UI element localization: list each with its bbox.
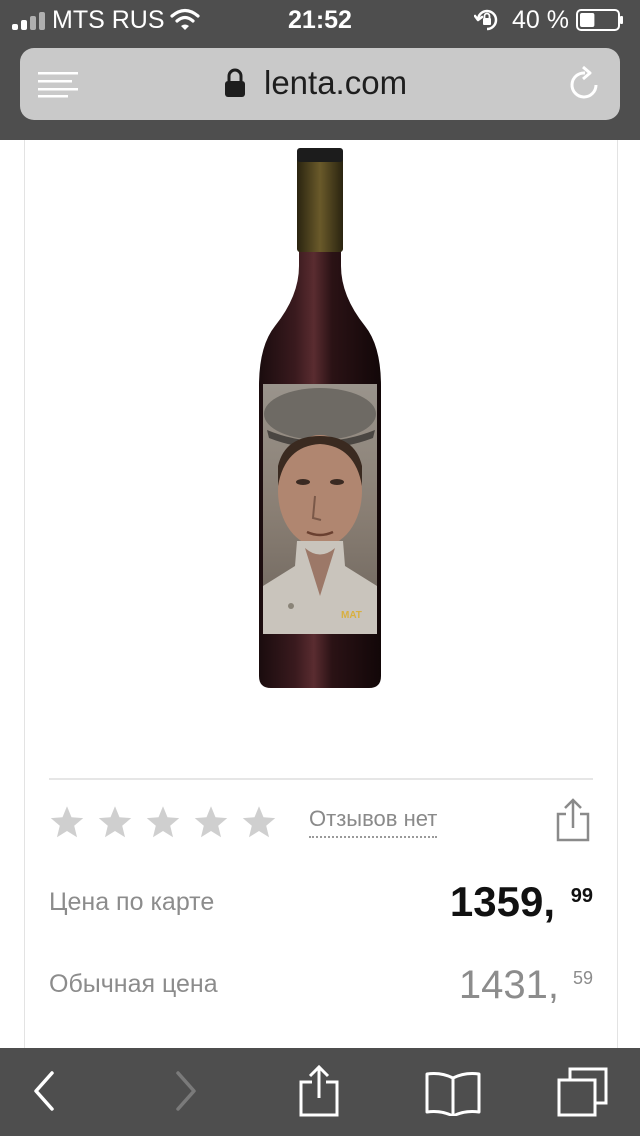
forward-icon[interactable] [170, 1068, 200, 1114]
product-image[interactable]: MAT [255, 146, 385, 691]
divider [49, 778, 593, 780]
card-price-cents: 99 [570, 885, 593, 907]
star-icon[interactable] [241, 804, 277, 840]
star-icon[interactable] [49, 804, 85, 840]
share-icon[interactable] [555, 798, 591, 842]
browser-toolbar [0, 1048, 640, 1136]
regular-price-cents: 59 [572, 968, 593, 988]
battery-percent: 40 % [512, 6, 569, 34]
card-price-label: Цена по карте [49, 888, 215, 916]
menu-icon[interactable] [38, 70, 80, 98]
bookmarks-icon[interactable] [424, 1070, 482, 1116]
product-card: MAT Отзывов нет Цена по карте 1359, 99 О… [24, 140, 618, 1050]
browser-top-bar: MTS RUS 21:52 40 % lenta.com [0, 0, 640, 140]
share-icon[interactable] [298, 1064, 340, 1118]
rotation-lock-icon [474, 9, 498, 31]
reload-icon[interactable] [568, 65, 602, 101]
back-icon[interactable] [30, 1068, 60, 1114]
regular-price-label: Обычная цена [49, 970, 218, 998]
status-bar: MTS RUS 21:52 40 % [0, 0, 640, 40]
lock-icon [225, 68, 245, 97]
tabs-icon[interactable] [556, 1066, 610, 1118]
star-icon[interactable] [193, 804, 229, 840]
svg-text:MAT: MAT [341, 610, 362, 621]
star-icon[interactable] [145, 804, 181, 840]
regular-price: 1431, [458, 963, 559, 1007]
reviews-link[interactable]: Отзывов нет [309, 806, 438, 838]
card-price: 1359, [449, 878, 555, 925]
star-icon[interactable] [97, 804, 133, 840]
battery-icon [576, 9, 623, 31]
url-text[interactable]: lenta.com [264, 64, 407, 102]
address-bar[interactable]: lenta.com [20, 48, 620, 120]
